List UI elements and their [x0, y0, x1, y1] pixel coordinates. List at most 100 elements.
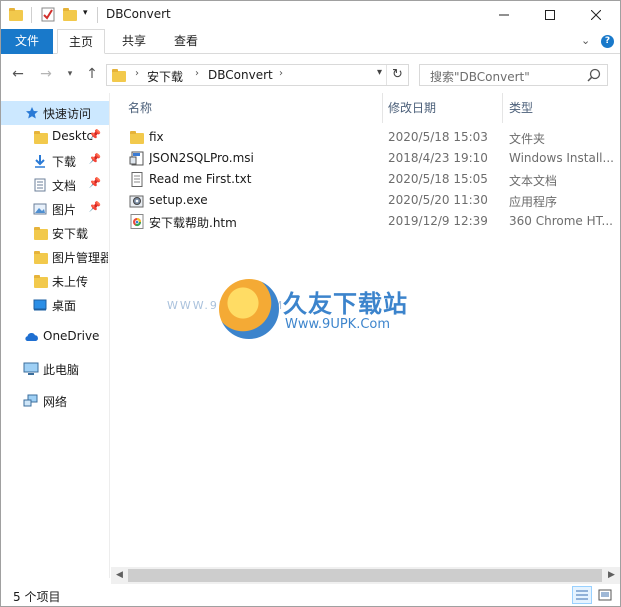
close-button[interactable]: [573, 1, 619, 29]
maximize-button[interactable]: [527, 1, 573, 29]
document-icon: [34, 178, 46, 192]
file-list: ^ 名称 修改日期 类型 fix 2020/5/18 15:03 文件夹 JSO…: [111, 93, 620, 578]
details-view-icon[interactable]: [572, 586, 592, 604]
file-name: 安下载帮助.htm: [149, 216, 237, 230]
nav-item-documents[interactable]: 文档 📌: [1, 173, 109, 197]
tab-share[interactable]: 共享: [111, 29, 157, 54]
forward-arrow-icon[interactable]: →: [37, 65, 55, 83]
nav-item-not-uploaded[interactable]: 未上传: [1, 269, 109, 293]
large-icons-view-icon[interactable]: [595, 586, 615, 604]
file-date: 2020/5/18 15:05: [388, 172, 488, 186]
nav-item-downloads[interactable]: 下载 📌: [1, 149, 109, 173]
tab-home[interactable]: 主页: [57, 29, 105, 54]
nav-item-pictures[interactable]: 图片 📌: [1, 197, 109, 221]
scroll-right-icon[interactable]: ▶: [603, 567, 620, 584]
watermark-url: Www.9UPK.Com: [285, 317, 391, 332]
nav-label: 安下载: [52, 227, 89, 241]
column-divider[interactable]: [382, 93, 383, 123]
msi-icon: [129, 151, 144, 166]
nav-label: 桌面: [52, 299, 77, 313]
properties-icon[interactable]: [41, 6, 55, 24]
file-name: setup.exe: [149, 193, 208, 207]
setup-icon: [129, 195, 144, 208]
search-placeholder: 搜索"DBConvert": [430, 70, 530, 84]
file-date: 2019/12/9 12:39: [388, 214, 488, 228]
file-row[interactable]: fix 2020/5/18 15:03 文件夹: [111, 127, 620, 148]
folder-icon: [112, 69, 126, 82]
folder-icon: [34, 131, 48, 144]
nav-item-onedrive[interactable]: OneDrive: [1, 325, 109, 349]
scroll-left-icon[interactable]: ◀: [111, 567, 128, 584]
text-file-icon: [131, 172, 143, 187]
column-header-date[interactable]: 修改日期: [388, 99, 436, 119]
navigation-pane: 快速访问 Desktc 📌 下载 📌 文档 📌 图片 📌 安下载 图片管理器 未…: [1, 93, 110, 578]
nav-item-desktop-cn[interactable]: 桌面: [1, 293, 109, 317]
nav-item-anxiazai[interactable]: 安下载: [1, 221, 109, 245]
search-box[interactable]: 搜索"DBConvert": [419, 64, 608, 86]
pin-icon[interactable]: 📌: [89, 130, 101, 141]
expand-ribbon-icon[interactable]: ⌄: [581, 34, 590, 47]
column-divider[interactable]: [502, 93, 503, 123]
recent-locations-icon[interactable]: ▾: [61, 65, 79, 83]
nav-item-network[interactable]: 网络: [1, 389, 109, 413]
horizontal-scrollbar[interactable]: ◀ ▶: [111, 567, 620, 584]
chevron-right-icon[interactable]: ›: [135, 68, 139, 79]
nav-label: 快速访问: [43, 107, 92, 121]
column-header-name[interactable]: 名称: [128, 99, 152, 119]
tab-view[interactable]: 查看: [163, 29, 209, 54]
tab-file[interactable]: 文件: [1, 29, 53, 54]
new-folder-icon[interactable]: [63, 6, 77, 24]
file-row[interactable]: Read me First.txt 2020/5/18 15:05 文本文档: [111, 169, 620, 190]
cloud-icon: [25, 332, 38, 341]
nav-item-this-pc[interactable]: 此电脑: [1, 357, 109, 381]
address-bar[interactable]: › 安下载 › DBConvert › ▾ ↻: [106, 64, 409, 86]
refresh-icon[interactable]: ↻: [386, 65, 408, 85]
chevron-right-icon[interactable]: ›: [195, 68, 199, 79]
folder-icon: [34, 227, 48, 240]
nav-label: OneDrive: [43, 329, 100, 343]
scrollbar-thumb[interactable]: [128, 569, 602, 582]
pin-icon[interactable]: 📌: [89, 178, 101, 189]
file-row[interactable]: 安下载帮助.htm 2019/12/9 12:39 360 Chrome HT.…: [111, 211, 620, 232]
network-icon: [23, 394, 38, 407]
nav-item-desktop[interactable]: Desktc 📌: [1, 125, 109, 149]
column-header-type[interactable]: 类型: [509, 99, 533, 119]
nav-label: 未上传: [52, 275, 89, 289]
address-dropdown-icon[interactable]: ▾: [377, 67, 382, 78]
folder-icon: [130, 131, 144, 144]
window-title: DBConvert: [106, 7, 171, 21]
up-arrow-icon[interactable]: ↑: [83, 65, 101, 83]
nav-item-picture-manager[interactable]: 图片管理器: [1, 245, 109, 269]
nav-label: 网络: [43, 395, 68, 409]
chevron-right-icon[interactable]: ›: [279, 68, 283, 79]
file-type: 360 Chrome HT...: [509, 214, 613, 228]
minimize-button[interactable]: [481, 1, 527, 29]
watermark-logo-icon: [219, 279, 279, 339]
help-icon[interactable]: ?: [601, 35, 614, 48]
item-count: 5 个项目: [13, 590, 61, 604]
folder-icon[interactable]: [9, 6, 23, 24]
nav-item-quick-access[interactable]: 快速访问: [1, 101, 109, 125]
title-bar: ▾ DBConvert: [1, 1, 620, 29]
navigation-bar: ← → ▾ ↑ › 安下载 › DBConvert › ▾ ↻ 搜索"DBCon…: [1, 55, 620, 93]
pin-icon[interactable]: 📌: [89, 154, 101, 165]
file-row[interactable]: JSON2SQLPro.msi 2018/4/23 19:10 Windows …: [111, 148, 620, 169]
file-type: 文件夹: [509, 132, 546, 146]
back-arrow-icon[interactable]: ←: [9, 65, 27, 83]
file-date: 2020/5/20 11:30: [388, 193, 488, 207]
download-icon: [35, 155, 45, 168]
nav-label: 图片管理器: [52, 251, 108, 265]
pin-icon[interactable]: 📌: [89, 202, 101, 213]
nav-label: 下载: [52, 155, 77, 169]
computer-icon: [23, 362, 39, 375]
ribbon-tabs: 文件 主页 共享 查看 ⌄ ?: [1, 29, 620, 54]
browser-icon: [130, 214, 144, 229]
file-type: Windows Install...: [509, 151, 614, 165]
quick-access-dropdown-icon[interactable]: ▾: [83, 8, 93, 26]
sort-ascending-icon: ^: [248, 93, 257, 100]
breadcrumb-item[interactable]: DBConvert: [208, 68, 273, 82]
file-row[interactable]: setup.exe 2020/5/20 11:30 应用程序: [111, 190, 620, 211]
file-type: 文本文档: [509, 174, 558, 188]
breadcrumb-item[interactable]: 安下载: [147, 68, 183, 85]
search-icon: [587, 68, 601, 82]
